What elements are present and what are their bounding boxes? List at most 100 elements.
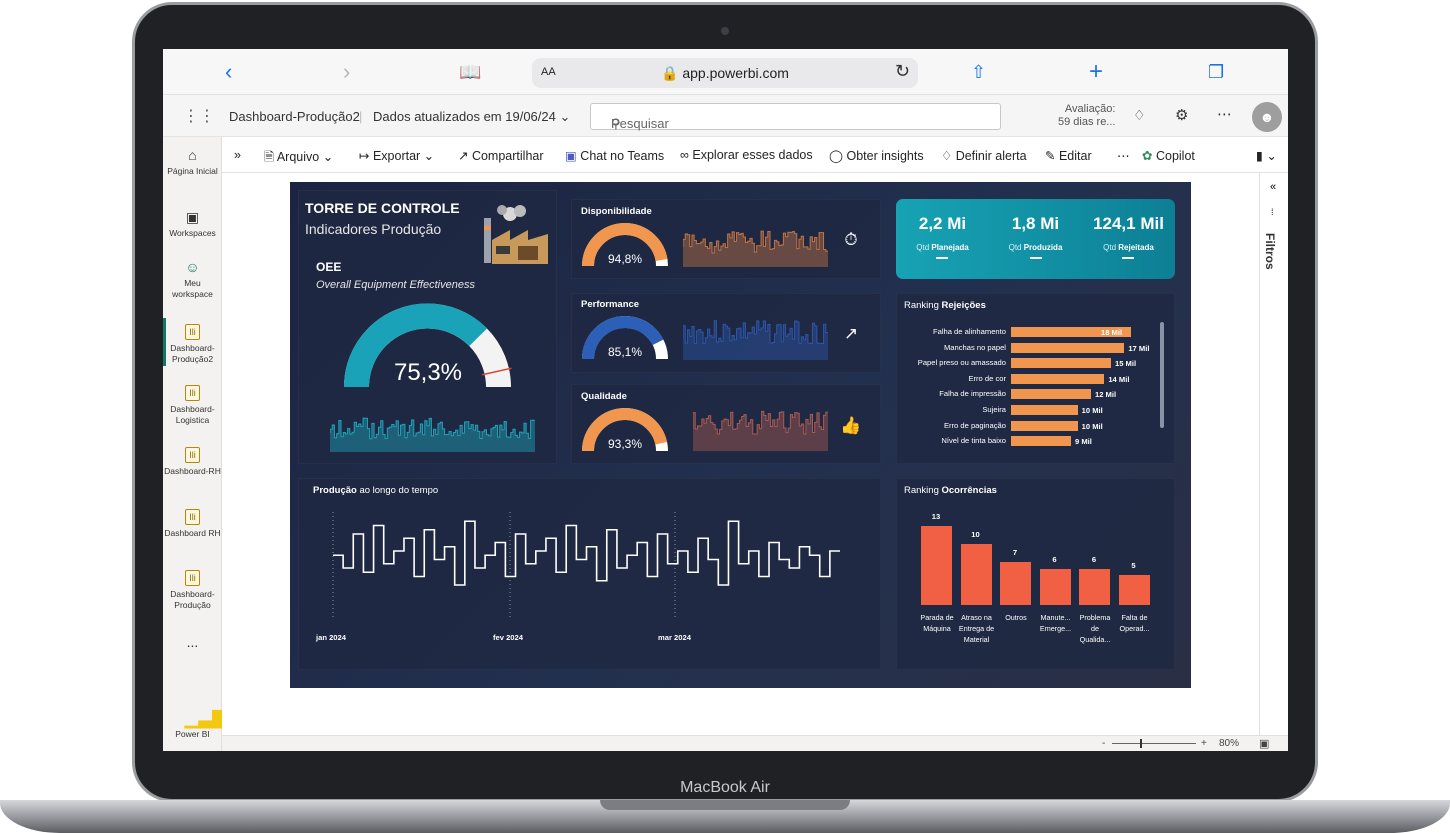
rejection-bar[interactable] bbox=[1011, 389, 1091, 400]
lock-icon: 🔒 bbox=[661, 65, 679, 81]
device-label: MacBook Air bbox=[680, 779, 770, 796]
quality-value: 93,3% bbox=[607, 437, 643, 451]
alert-button[interactable]: ♢ Definir alerta bbox=[941, 148, 1027, 163]
explore-data-button[interactable]: ∞ Explorar esses dados bbox=[680, 148, 813, 162]
production-line bbox=[333, 520, 840, 586]
tabs-icon[interactable]: ❐ bbox=[1208, 59, 1224, 85]
share-button[interactable]: ↗ Compartilhar bbox=[458, 148, 544, 163]
availability-sparkline bbox=[683, 230, 828, 267]
trend-up-icon: ↗ bbox=[843, 324, 859, 343]
nav-home[interactable]: ⌂ Página Inicial bbox=[163, 147, 222, 177]
zoom-slider[interactable] bbox=[1112, 743, 1196, 744]
fit-page-icon[interactable]: ▣ bbox=[1259, 737, 1269, 750]
nav-dashboard-rh-2[interactable]: Ili Dashboard RH bbox=[163, 509, 222, 539]
rejection-bar[interactable] bbox=[1011, 342, 1125, 353]
rejections-scrollbar[interactable] bbox=[1160, 322, 1164, 428]
nav-dashboard-rh[interactable]: Ili Dashboard-RH bbox=[163, 447, 222, 477]
rejection-label: Falha de impressão bbox=[939, 389, 1006, 399]
x-tick: fev 2024 bbox=[493, 633, 523, 642]
new-tab-icon[interactable]: + bbox=[1089, 59, 1103, 85]
occurrence-bar[interactable] bbox=[921, 526, 952, 605]
reload-icon[interactable]: ↻ bbox=[895, 61, 910, 82]
kpi-produced-label: Qtd Produzida bbox=[1008, 243, 1063, 252]
nav-dashboard-producao[interactable]: Ili Dashboard-Produção bbox=[163, 570, 222, 611]
avatar[interactable]: ☻ bbox=[1252, 102, 1282, 132]
rejection-label: Nível de tinta baixo bbox=[941, 436, 1006, 446]
file-menu[interactable]: 🗎 Arquivo ⌄ bbox=[264, 148, 333, 169]
edit-button[interactable]: ✎ Editar bbox=[1045, 148, 1092, 163]
chevron-down-icon: ⌄ bbox=[559, 109, 571, 124]
insights-button[interactable]: ◯ Obter insights bbox=[829, 148, 924, 163]
export-menu[interactable]: ↦ Exportar ⌄ bbox=[359, 148, 434, 163]
rejection-label: Papel preso ou amassado bbox=[917, 358, 1006, 368]
dashboard: TORRE DE CONTROLE Indicadores Produção O… bbox=[290, 182, 1191, 688]
occurrence-bar[interactable] bbox=[960, 544, 992, 605]
collapse-icon[interactable]: « bbox=[1270, 181, 1276, 193]
nav-dashboard-logistica[interactable]: Ili Dashboard-Logistica bbox=[163, 385, 222, 426]
expand-icon[interactable]: » bbox=[234, 148, 241, 162]
report-icon: Ili bbox=[185, 324, 200, 340]
browser-toolbar: ‹ › 📖 AA 🔒 app.powerbi.com ↻ ⇧ + ❐ bbox=[163, 49, 1288, 95]
occurrence-label: Problema de Qualida... bbox=[1079, 613, 1111, 644]
search-input[interactable]: ⚲ Pesquisar bbox=[590, 103, 1001, 131]
bell-icon[interactable]: ♢ bbox=[1133, 107, 1146, 124]
production-line-chart bbox=[332, 512, 840, 619]
rejection-value: 17 Mil bbox=[1128, 343, 1150, 353]
filter-icon: ⁞ bbox=[1271, 207, 1274, 217]
powerbi-header: ⋮⋮ Dashboard-Produção2 | Dados atualizad… bbox=[163, 95, 1288, 137]
occurrence-bar[interactable] bbox=[1000, 562, 1031, 605]
powerbi-icon: ▁▃▇ bbox=[184, 708, 227, 728]
nav-workspaces[interactable]: ▣ Workspaces bbox=[163, 209, 222, 239]
zoom-level: 80% bbox=[1219, 738, 1240, 749]
nav-my-workspace[interactable]: ☺ Meu workspace bbox=[163, 259, 222, 300]
refresh-info[interactable]: Dados atualizados em 19/06/24 ⌄ bbox=[373, 109, 570, 125]
rejection-bar[interactable] bbox=[1011, 405, 1078, 415]
laptop-notch bbox=[600, 800, 850, 810]
occurrence-label: Parada de Máquina bbox=[920, 613, 954, 633]
powerbi-logo: ▁▃▇ Power BI bbox=[175, 708, 227, 739]
nav-dashboard-producao2[interactable]: Ili Dashboard-Produção2 bbox=[163, 324, 222, 365]
back-icon[interactable]: ‹ bbox=[225, 59, 232, 85]
rejection-value: 15 Mil bbox=[1115, 359, 1137, 369]
availability-value: 94,8% bbox=[607, 252, 643, 266]
occurrence-label: Falta de Operad... bbox=[1119, 613, 1150, 633]
rejection-bar[interactable] bbox=[1011, 436, 1071, 447]
report-icon: Ili bbox=[185, 447, 200, 463]
filters-pane[interactable]: « ⁞ Filtros bbox=[1259, 173, 1288, 735]
sparkline-area bbox=[683, 231, 828, 267]
report-icon: Ili bbox=[185, 385, 200, 401]
forward-icon[interactable]: › bbox=[343, 59, 350, 85]
zoom-out-button[interactable]: - bbox=[1102, 738, 1105, 749]
book-icon[interactable]: 📖 bbox=[459, 59, 481, 85]
rejection-value: 10 Mil bbox=[1081, 406, 1103, 415]
occurrence-bar[interactable] bbox=[1079, 568, 1110, 605]
share-icon[interactable]: ⇧ bbox=[971, 59, 986, 85]
more-options-icon[interactable]: ⋯ bbox=[1117, 148, 1130, 163]
rejection-bar[interactable] bbox=[1011, 420, 1078, 431]
performance-value: 85,1% bbox=[607, 345, 643, 359]
gear-icon[interactable]: ⚙ bbox=[1175, 106, 1188, 124]
zoom-handle[interactable] bbox=[1140, 739, 1142, 748]
kpi-panel: 2,2 Mi 1,8 Mi 124,1 Mil Qtd Planejada Qt… bbox=[896, 199, 1175, 279]
bookmark-icon[interactable]: ▮ ⌄ bbox=[1256, 148, 1277, 163]
more-icon[interactable]: ⋯ bbox=[1217, 105, 1232, 123]
copilot-button[interactable]: ✿ Copilot bbox=[1142, 148, 1195, 163]
rejection-value: 14 Mil bbox=[1108, 374, 1130, 384]
occurrence-value: 6 bbox=[1052, 554, 1057, 564]
rejection-bar[interactable] bbox=[1011, 358, 1111, 369]
rejection-bar[interactable] bbox=[1011, 373, 1105, 384]
nav-more[interactable]: ... bbox=[163, 635, 222, 649]
address-bar[interactable]: AA 🔒 app.powerbi.com ↻ bbox=[532, 58, 918, 88]
teams-chat-button[interactable]: ▣ Chat no Teams bbox=[565, 148, 664, 163]
trial-info[interactable]: Avaliação: 59 dias re... bbox=[1058, 103, 1115, 129]
occurrence-bar[interactable] bbox=[1118, 574, 1150, 605]
zoom-in-button[interactable]: + bbox=[1201, 738, 1207, 749]
quality-sparkline bbox=[693, 410, 828, 451]
report-name[interactable]: Dashboard-Produção2 bbox=[229, 109, 360, 124]
app-launcher-icon[interactable]: ⋮⋮ bbox=[183, 106, 215, 126]
dashboard-subtitle: Indicadores Produção bbox=[305, 221, 442, 237]
gauge-label: Performance bbox=[581, 299, 640, 310]
rejection-label: Manchas no papel bbox=[943, 342, 1006, 352]
report-canvas: TORRE DE CONTROLE Indicadores Produção O… bbox=[222, 173, 1259, 735]
occurrence-bar[interactable] bbox=[1039, 568, 1071, 605]
